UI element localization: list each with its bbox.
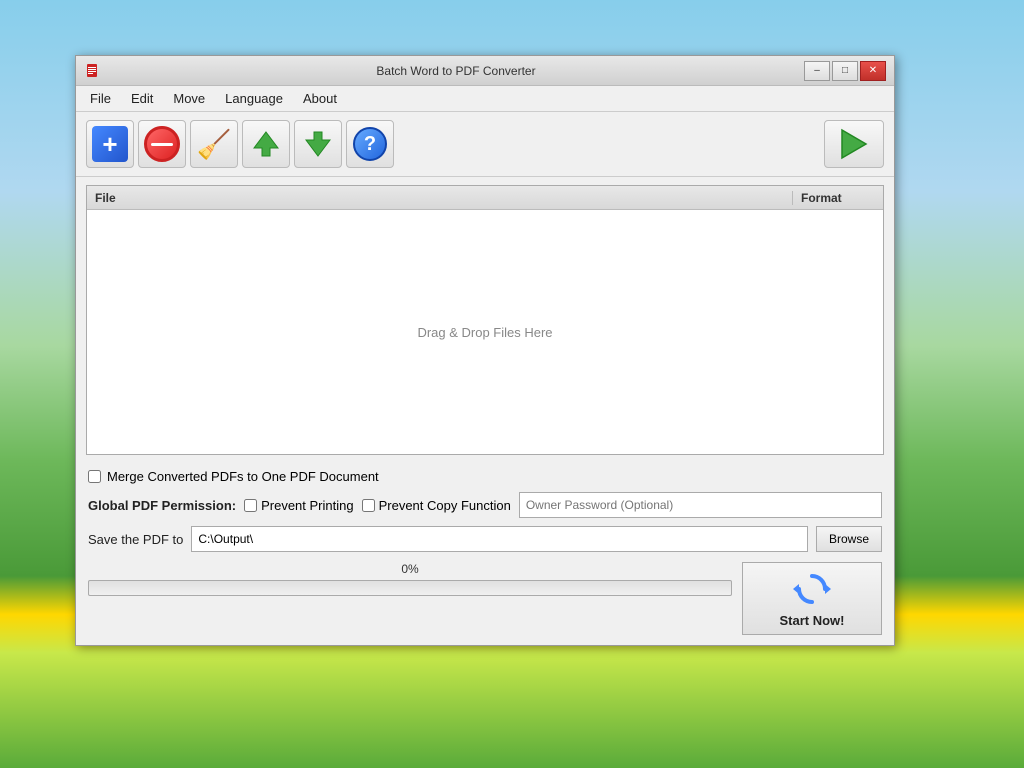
- add-files-button[interactable]: +: [86, 120, 134, 168]
- down-arrow-icon: [302, 128, 334, 160]
- menu-about[interactable]: About: [295, 88, 345, 109]
- menu-bar: File Edit Move Language About: [76, 86, 894, 112]
- file-list-header: File Format: [87, 186, 883, 210]
- column-file: File: [87, 191, 793, 205]
- permission-label: Global PDF Permission:: [88, 498, 236, 513]
- column-format: Format: [793, 191, 883, 205]
- save-path-input[interactable]: [191, 526, 808, 552]
- move-down-button[interactable]: [294, 120, 342, 168]
- refresh-icon: [792, 569, 832, 609]
- prevent-copy-label[interactable]: Prevent Copy Function: [379, 498, 511, 513]
- save-label: Save the PDF to: [88, 532, 183, 547]
- prevent-printing-label[interactable]: Prevent Printing: [261, 498, 354, 513]
- add-icon: +: [92, 126, 128, 162]
- app-icon: [84, 63, 100, 79]
- prevent-printing-checkbox[interactable]: [244, 499, 257, 512]
- save-row: Save the PDF to Browse: [88, 526, 882, 552]
- progress-bar: [88, 580, 732, 596]
- remove-icon: [144, 126, 180, 162]
- permission-row: Global PDF Permission: Prevent Printing …: [88, 492, 882, 518]
- prevent-printing-group: Prevent Printing: [244, 498, 354, 513]
- start-now-button[interactable]: Start Now!: [742, 562, 882, 635]
- window-controls: – □ ✕: [804, 61, 886, 81]
- merge-label[interactable]: Merge Converted PDFs to One PDF Document: [107, 469, 379, 484]
- restore-button[interactable]: □: [832, 61, 858, 81]
- merge-checkbox[interactable]: [88, 470, 101, 483]
- prevent-copy-group: Prevent Copy Function: [362, 498, 511, 513]
- file-list-container: File Format Drag & Drop Files Here: [86, 185, 884, 455]
- file-list-body[interactable]: Drag & Drop Files Here: [87, 210, 883, 454]
- toolbar: + 🧹 ?: [76, 112, 894, 177]
- window-title: Batch Word to PDF Converter: [108, 64, 804, 78]
- application-window: Batch Word to PDF Converter – □ ✕ File E…: [75, 55, 895, 646]
- menu-move[interactable]: Move: [165, 88, 213, 109]
- menu-edit[interactable]: Edit: [123, 88, 161, 109]
- close-button[interactable]: ✕: [860, 61, 886, 81]
- drop-zone-label: Drag & Drop Files Here: [417, 325, 552, 340]
- progress-percent: 0%: [88, 562, 732, 576]
- help-icon: ?: [353, 127, 387, 161]
- help-button[interactable]: ?: [346, 120, 394, 168]
- broom-icon: 🧹: [197, 128, 232, 161]
- minimize-button[interactable]: –: [804, 61, 830, 81]
- prevent-copy-checkbox[interactable]: [362, 499, 375, 512]
- clear-button[interactable]: 🧹: [190, 120, 238, 168]
- right-arrow-icon: [834, 124, 874, 164]
- merge-row: Merge Converted PDFs to One PDF Document: [88, 469, 882, 484]
- start-button-toolbar[interactable]: [824, 120, 884, 168]
- browse-button[interactable]: Browse: [816, 526, 882, 552]
- menu-file[interactable]: File: [82, 88, 119, 109]
- title-bar: Batch Word to PDF Converter – □ ✕: [76, 56, 894, 86]
- remove-button[interactable]: [138, 120, 186, 168]
- progress-section: 0%: [88, 562, 732, 635]
- password-input[interactable]: [519, 492, 882, 518]
- menu-language[interactable]: Language: [217, 88, 291, 109]
- up-arrow-icon: [250, 128, 282, 160]
- bottom-row: 0% Start Now!: [76, 562, 894, 645]
- move-up-button[interactable]: [242, 120, 290, 168]
- start-now-label: Start Now!: [780, 613, 845, 628]
- options-area: Merge Converted PDFs to One PDF Document…: [76, 463, 894, 562]
